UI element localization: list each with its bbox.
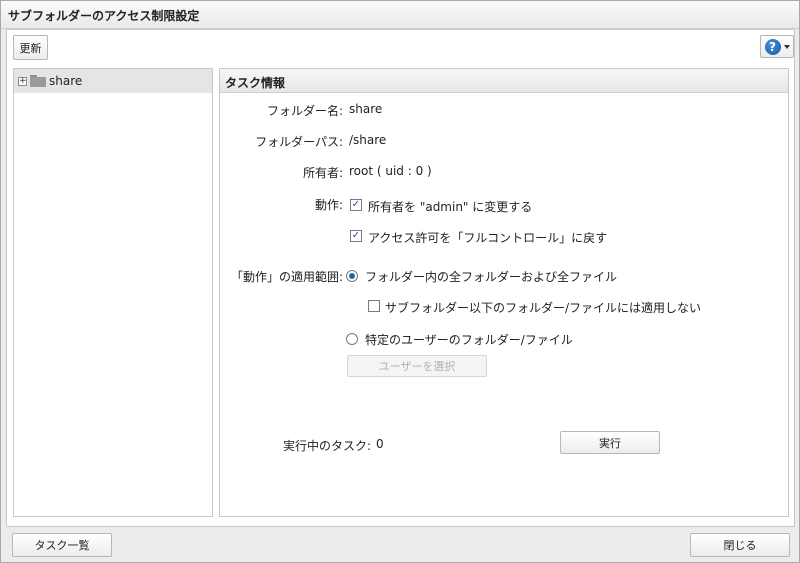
change-owner-label: 所有者を "admin" に変更する: [368, 200, 533, 214]
scope-all-label: フォルダー内の全フォルダーおよび全ファイル: [365, 270, 618, 284]
window-title: サブフォルダーのアクセス制限設定: [1, 1, 799, 29]
folder-path-label: フォルダーパス:: [255, 135, 343, 149]
folder-name-value: share: [349, 102, 383, 116]
execute-button[interactable]: 実行: [560, 431, 660, 454]
scope-user-radio[interactable]: [346, 333, 358, 345]
owner-value: root ( uid : 0 ): [349, 164, 432, 178]
refresh-button[interactable]: 更新: [13, 35, 48, 60]
task-list-button[interactable]: タスク一覧: [12, 533, 112, 557]
select-user-button[interactable]: ユーザーを選択: [347, 355, 487, 377]
folder-path-value: /share: [349, 133, 387, 147]
close-button[interactable]: 閉じる: [690, 533, 790, 557]
dialog-window: サブフォルダーのアクセス制限設定 更新 ? + share タスク情報 フォルダ…: [0, 0, 800, 563]
reset-permission-label: アクセス許可を「フルコントロール」に戻す: [368, 231, 608, 245]
action-label: 動作:: [314, 198, 343, 212]
change-owner-checkbox[interactable]: ✓: [350, 199, 362, 211]
expand-icon[interactable]: +: [18, 76, 27, 86]
exclude-subfolders-label: サブフォルダー以下のフォルダー/ファイルには適用しない: [385, 301, 702, 315]
help-icon: ?: [764, 38, 781, 55]
dialog-content: 更新 ? + share タスク情報 フォルダー名: share フォルダーパス…: [6, 29, 795, 527]
help-button[interactable]: ?: [760, 35, 794, 58]
owner-label: 所有者:: [302, 166, 343, 180]
scope-label: 「動作」の適用範囲:: [230, 270, 343, 284]
tree-item-share[interactable]: + share: [14, 69, 212, 93]
reset-permission-checkbox[interactable]: ✓: [350, 230, 362, 242]
exclude-subfolders-checkbox[interactable]: [368, 300, 380, 312]
folder-tree: + share: [13, 68, 213, 517]
panel-title: タスク情報: [220, 69, 788, 93]
chevron-down-icon: [783, 44, 790, 49]
task-info-panel: タスク情報 フォルダー名: share フォルダーパス: /share 所有者:…: [219, 68, 789, 517]
running-tasks-label: 実行中のタスク:: [283, 439, 372, 453]
folder-name-label: フォルダー名:: [266, 104, 343, 118]
tree-item-label: share: [49, 74, 83, 88]
scope-user-label: 特定のユーザーのフォルダー/ファイル: [365, 333, 573, 347]
running-tasks-value: 0: [376, 437, 384, 451]
scope-all-radio[interactable]: [346, 270, 358, 282]
folder-icon: [30, 75, 46, 87]
